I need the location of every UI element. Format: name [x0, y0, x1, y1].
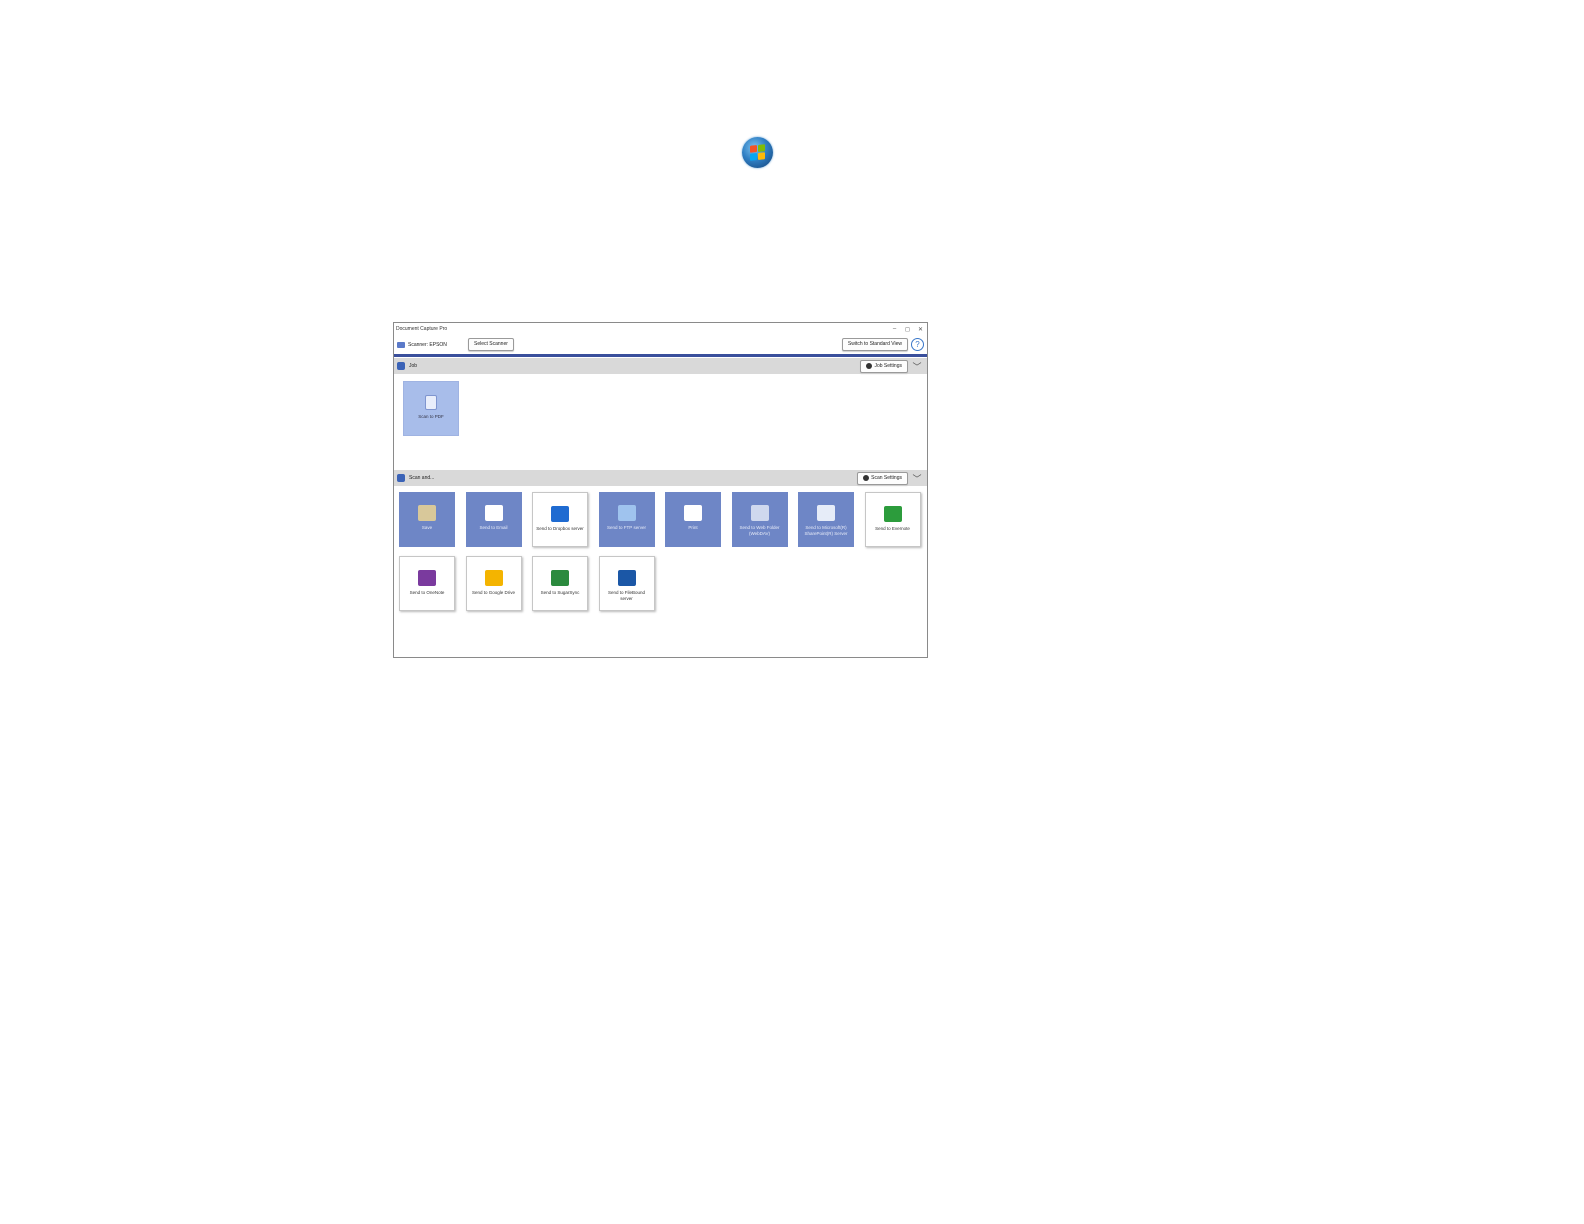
scan-settings-label: Scan Settings: [871, 474, 902, 481]
close-button[interactable]: ✕: [914, 326, 927, 333]
filebound-icon: [617, 570, 636, 586]
onenote-icon: [418, 570, 436, 586]
tile-label: Send to Google Drive: [471, 590, 516, 595]
tile-label: Send to OneNote: [409, 590, 445, 595]
select-scanner-button[interactable]: Select Scanner: [468, 338, 514, 351]
tile-onenote[interactable]: Send to OneNote: [399, 556, 455, 611]
job-section-label: Job: [409, 363, 418, 369]
sharepoint-icon: [817, 505, 835, 521]
tile-folder[interactable]: Save: [399, 492, 455, 547]
tile-label: Send to SugarSync: [540, 590, 580, 595]
scan-settings-button[interactable]: Scan Settings: [857, 471, 908, 485]
scanner-label: Scanner: EPSON: [408, 341, 447, 348]
job-settings-label: Job Settings: [874, 362, 902, 369]
folder-icon: [418, 505, 436, 521]
minimize-button[interactable]: –: [888, 326, 901, 332]
tile-ftp[interactable]: Send to FTP server: [598, 492, 655, 547]
tile-scan-to-pdf[interactable]: Scan to PDF: [403, 381, 459, 436]
email-icon: [484, 505, 503, 521]
job-tiles-area: Scan to PDF: [394, 374, 927, 469]
tile-label: Send to Email: [479, 525, 508, 530]
dropbox-icon: [551, 506, 569, 522]
tile-sharepoint[interactable]: Send to Microsoft(R) SharePoint(R) Serve…: [798, 492, 854, 547]
tile-label: Send to Microsoft(R) SharePoint(R) Serve…: [804, 525, 848, 536]
tile-printer[interactable]: Print: [665, 492, 721, 547]
evernote-icon: [883, 506, 902, 522]
job-icon: [397, 362, 405, 370]
scan-and-icon: [397, 474, 405, 482]
chevron-down-icon[interactable]: ﹀: [910, 472, 924, 485]
tile-filebound[interactable]: Send to FileBound server: [598, 556, 655, 611]
maximize-button[interactable]: ◻: [901, 326, 914, 333]
title-bar: Document Capture Pro – ◻ ✕: [394, 323, 927, 335]
sugarsync-icon: [551, 570, 569, 586]
job-section-header: Job Job Settings ﹀: [394, 358, 927, 374]
scan-tiles-area: Save Send to Email Send to Dropbox server S…: [394, 486, 927, 651]
tile-label: Send to Web Folder (WebDAV): [739, 525, 780, 536]
tile-web-folder[interactable]: Send to Web Folder (WebDAV): [731, 492, 788, 547]
toolbar: Scanner: EPSON Select Scanner Switch to …: [394, 335, 927, 357]
tile-label: Print: [688, 525, 698, 530]
tile-sugarsync[interactable]: Send to SugarSync: [532, 556, 588, 611]
printer-icon: [684, 505, 702, 521]
document-icon: [425, 395, 437, 410]
chevron-down-icon[interactable]: ﹀: [910, 360, 924, 373]
tile-label: Send to Dropbox server: [536, 526, 584, 531]
ftp-icon: [617, 505, 636, 521]
tile-dropbox[interactable]: Send to Dropbox server: [532, 492, 588, 547]
gear-icon: [866, 363, 873, 369]
scanner-icon: [397, 341, 405, 348]
tile-evernote[interactable]: Send to Evernote: [864, 492, 921, 547]
windows-start-icon: [742, 137, 773, 168]
tile-label: Send to FTP server: [607, 525, 646, 530]
web-folder-icon: [750, 505, 769, 521]
window-title: Document Capture Pro: [396, 326, 448, 332]
tile-label: Save: [421, 525, 433, 530]
tile-email[interactable]: Send to Email: [465, 492, 522, 547]
tile-label: Send to Evernote: [875, 526, 910, 531]
job-settings-button[interactable]: Job Settings: [860, 359, 908, 373]
google-drive-icon: [484, 570, 503, 586]
switch-view-button[interactable]: Switch to Standard View: [841, 338, 908, 351]
scan-section-label: Scan and...: [409, 475, 435, 481]
app-window: Document Capture Pro – ◻ ✕ Scanner: EPSO…: [393, 322, 928, 658]
help-icon[interactable]: ?: [911, 338, 924, 351]
tile-label: Scan to PDF: [418, 414, 444, 419]
tile-label: Send to FileBound server: [607, 590, 646, 601]
gear-icon: [863, 475, 870, 481]
tile-google-drive[interactable]: Send to Google Drive: [465, 556, 522, 611]
scan-section-header: Scan and... Scan Settings ﹀: [394, 470, 927, 486]
